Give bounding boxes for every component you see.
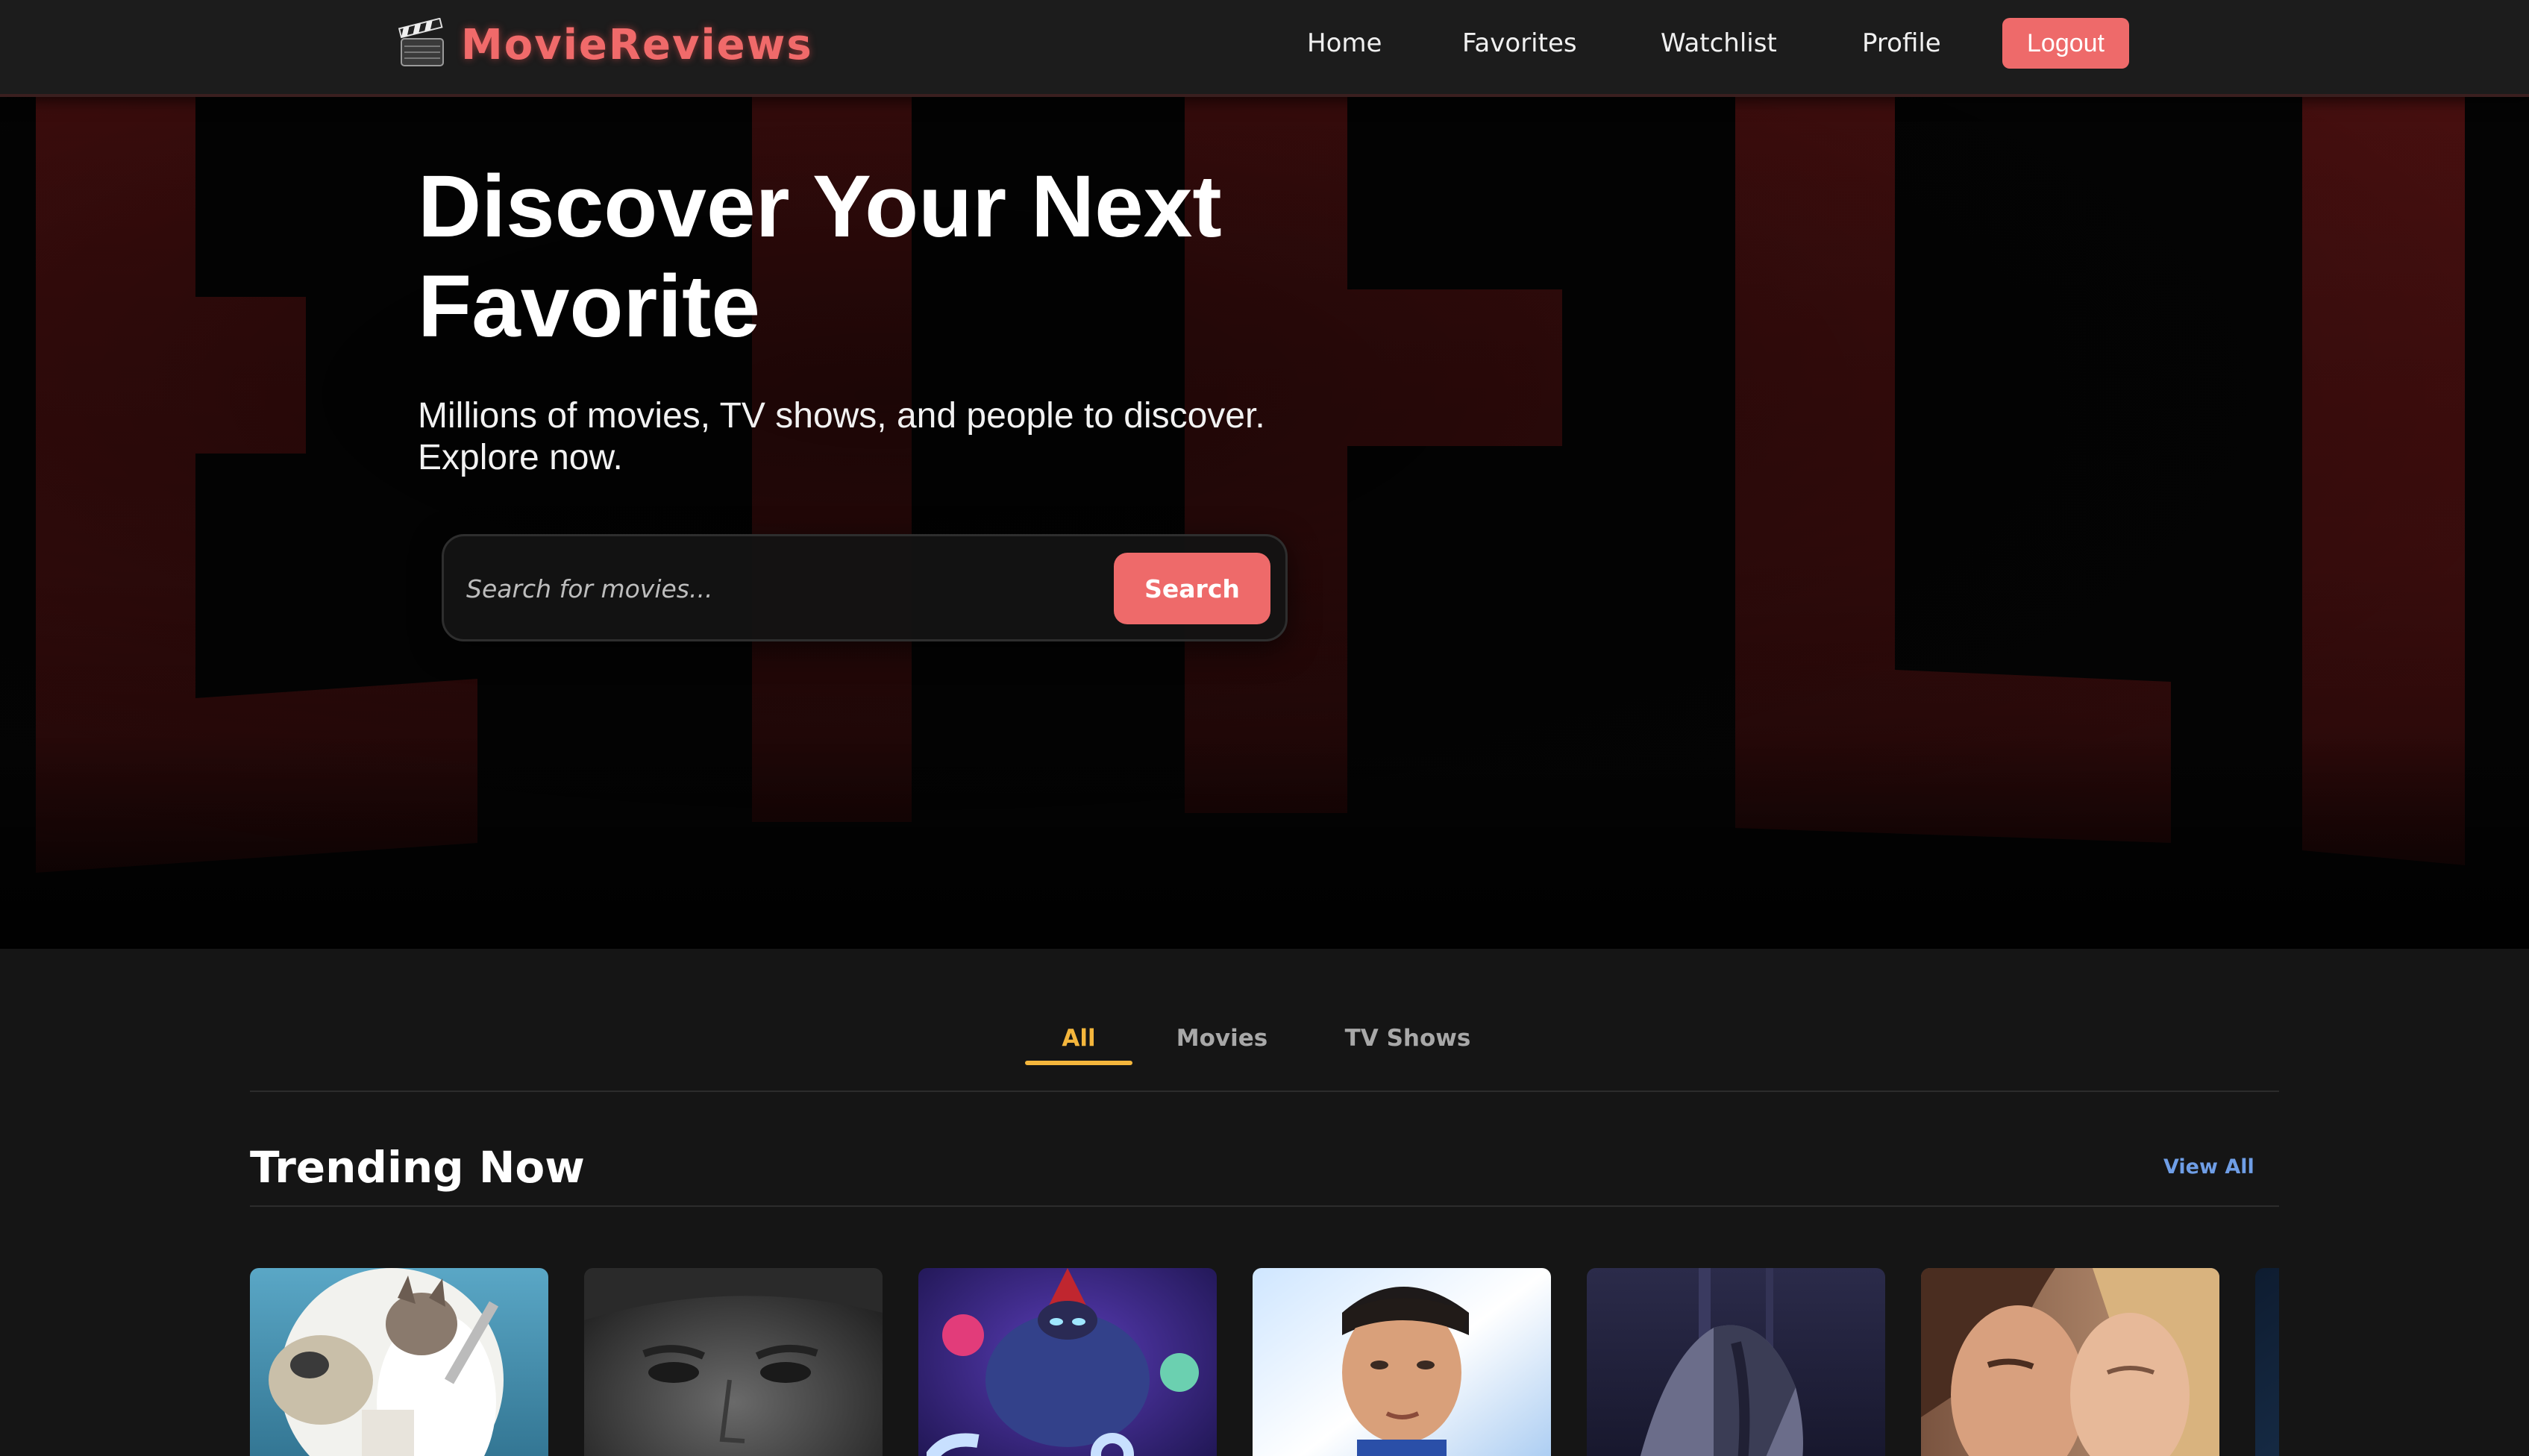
dark-blue-poster bbox=[2255, 1268, 2279, 1456]
search-button[interactable]: Search bbox=[1114, 553, 1270, 624]
movie-card[interactable] bbox=[1587, 1268, 1885, 1456]
couple-romance-poster bbox=[1921, 1268, 2219, 1456]
brand-logo[interactable]: MovieReviews bbox=[395, 15, 813, 75]
tabs-divider bbox=[250, 1091, 2279, 1092]
navbar: MovieReviews Home Favorites Watchlist Pr… bbox=[0, 0, 2529, 97]
movie-card[interactable] bbox=[918, 1268, 1217, 1456]
tab-movies[interactable]: Movies bbox=[1164, 1008, 1280, 1068]
hero-title-line2: Favorite bbox=[418, 257, 761, 356]
movie-card[interactable] bbox=[1253, 1268, 1551, 1456]
movie-card[interactable] bbox=[2255, 1268, 2279, 1456]
superhero-poster bbox=[1253, 1268, 1551, 1456]
hero-title-line1: Discover Your Next bbox=[418, 157, 1222, 256]
clapperboard-icon bbox=[398, 18, 444, 66]
movie-card[interactable] bbox=[250, 1268, 548, 1456]
movie-card[interactable] bbox=[584, 1268, 883, 1456]
hero-title: Discover Your Next Favorite bbox=[418, 157, 1462, 357]
man-portrait-poster bbox=[584, 1268, 883, 1456]
category-tabs: All Movies TV Shows bbox=[0, 949, 2529, 1092]
hero-subtitle: Millions of movies, TV shows, and people… bbox=[418, 396, 1265, 477]
movie-card[interactable] bbox=[1921, 1268, 2219, 1456]
active-tab-indicator bbox=[1025, 1061, 1132, 1065]
view-all-link[interactable]: View All bbox=[2163, 1149, 2254, 1186]
nav-link-home[interactable]: Home bbox=[1307, 18, 1382, 69]
trending-carousel bbox=[250, 1268, 2279, 1456]
page: MovieReviews Home Favorites Watchlist Pr… bbox=[0, 0, 2529, 1456]
search-bar: Search bbox=[442, 534, 1288, 641]
section-title-trending: Trending Now bbox=[250, 1142, 585, 1193]
section-divider bbox=[250, 1205, 2279, 1207]
hero-section: Discover Your Next Favorite Millions of … bbox=[0, 97, 2529, 949]
nav-link-profile[interactable]: Profile bbox=[1862, 18, 1941, 69]
logout-button[interactable]: Logout bbox=[2002, 18, 2129, 69]
nav-link-favorites[interactable]: Favorites bbox=[1462, 18, 1577, 69]
tab-tv-shows[interactable]: TV Shows bbox=[1320, 1008, 1495, 1068]
brand-name: MovieReviews bbox=[461, 20, 813, 69]
animated-monster-poster bbox=[918, 1268, 1217, 1456]
search-input[interactable] bbox=[466, 559, 1078, 618]
hero-content: Discover Your Next Favorite Millions of … bbox=[418, 157, 1462, 479]
nav-link-watchlist[interactable]: Watchlist bbox=[1661, 18, 1777, 69]
tab-all[interactable]: All bbox=[1025, 1008, 1132, 1068]
dark-figure-poster bbox=[1587, 1268, 1885, 1456]
animated-wolf-poster bbox=[250, 1268, 548, 1456]
